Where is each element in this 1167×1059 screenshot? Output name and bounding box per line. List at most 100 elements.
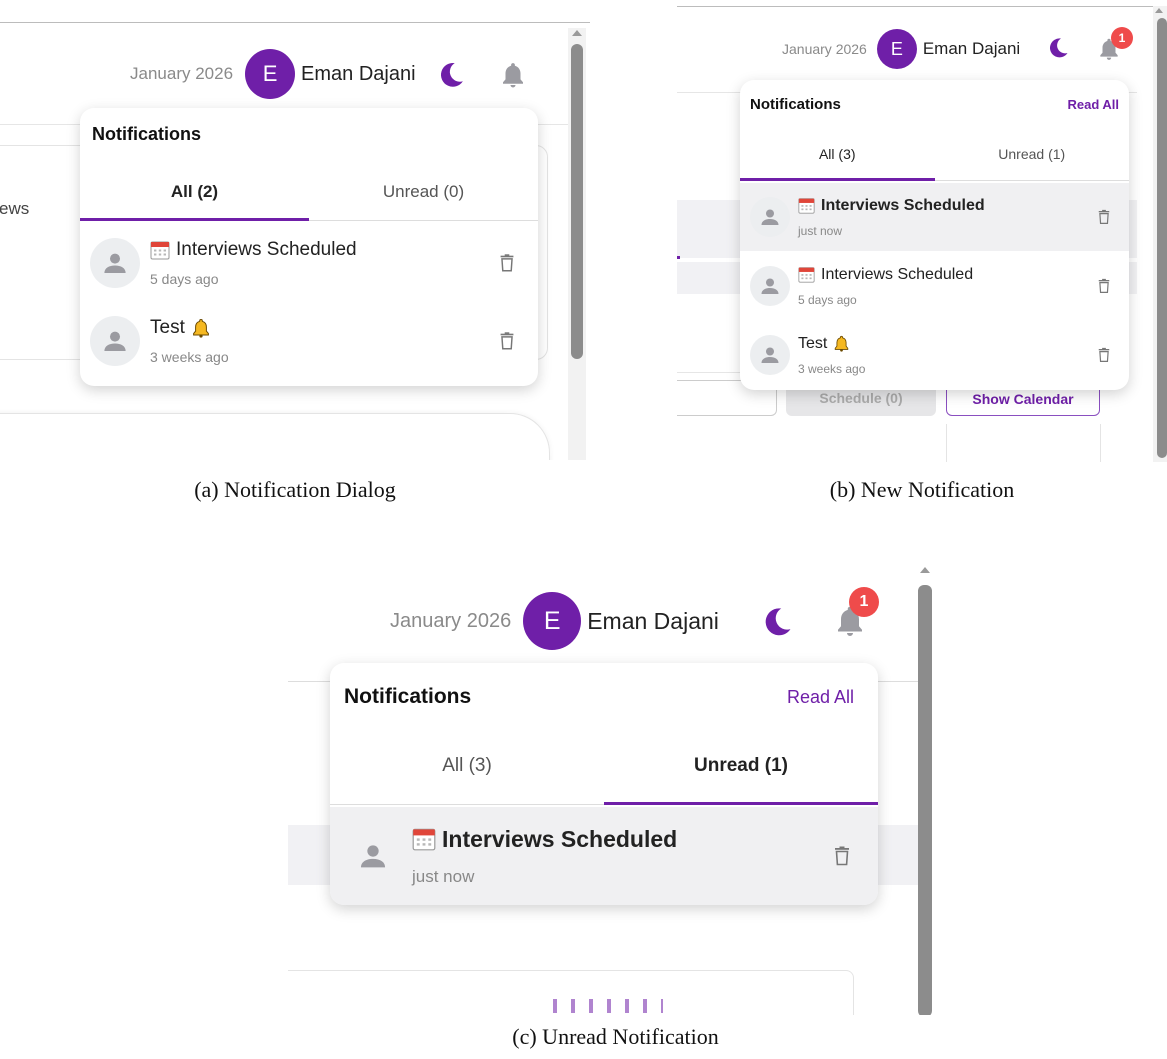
calendar-emoji-icon — [412, 827, 436, 851]
dropdown-header: Notifications Read All — [330, 685, 878, 709]
notification-text: Interviews Scheduled 5 days ago — [150, 239, 496, 287]
notification-title: Test — [150, 317, 496, 339]
month-label: January 2026 — [390, 609, 512, 632]
background-text-fragment — [553, 999, 663, 1013]
moon-icon[interactable] — [760, 605, 794, 639]
notifications-dropdown: Notifications Read All All (3) Unread (1… — [330, 663, 878, 905]
notification-title: Interviews Scheduled — [150, 239, 496, 261]
notification-title-text: Test — [798, 334, 828, 352]
notification-item[interactable]: Interviews Scheduled 5 days ago — [80, 225, 538, 301]
scrollbar-thumb[interactable] — [571, 44, 583, 359]
notification-title-text: Test — [150, 317, 185, 338]
tab-all[interactable]: All (3) — [330, 755, 604, 804]
notification-text: Test 3 weeks ago — [798, 335, 1095, 376]
notification-item[interactable]: Interviews Scheduled just now — [740, 183, 1129, 251]
caption-a: (a) Notification Dialog — [194, 477, 396, 502]
notification-title-text: Interviews Scheduled — [442, 825, 678, 852]
scroll-up-arrow[interactable] — [1155, 8, 1163, 13]
top-header: January 2026 E Eman Dajani — [130, 48, 416, 100]
avatar-initial: E — [543, 606, 561, 635]
notifications-dropdown: Notifications All (2) Unread (0) Intervi… — [80, 108, 538, 386]
sender-avatar — [750, 197, 790, 237]
user-avatar[interactable]: E — [876, 29, 917, 69]
notification-text: Test 3 weeks ago — [150, 317, 496, 365]
moon-icon[interactable] — [1046, 36, 1070, 60]
notification-title: Interviews Scheduled — [798, 197, 1095, 215]
caption-c: (c) Unread Notification — [512, 1024, 719, 1049]
notification-time: 5 days ago — [150, 271, 219, 287]
dropdown-title: Notifications — [750, 96, 841, 113]
user-name[interactable]: Eman Dajani — [301, 63, 416, 86]
tab-unread[interactable]: Unread (0) — [309, 182, 538, 220]
background-card-lower — [0, 413, 550, 460]
person-icon — [758, 343, 782, 367]
avatar-initial: E — [262, 61, 278, 86]
read-all-link[interactable]: Read All — [1067, 97, 1119, 112]
top-header: January 2026 E Eman Dajani — [390, 591, 719, 651]
delete-icon[interactable] — [830, 844, 854, 868]
notification-badge: 1 — [849, 587, 879, 617]
notification-text: Interviews Scheduled 5 days ago — [798, 266, 1095, 307]
delete-icon[interactable] — [1095, 208, 1113, 226]
background-accent-mark — [677, 256, 680, 259]
background-card — [288, 970, 854, 1015]
top-header: January 2026 E Eman Dajani — [782, 28, 1020, 70]
dropdown-title: Notifications — [344, 685, 472, 708]
dropdown-header: Notifications — [80, 124, 538, 145]
tab-all[interactable]: All (2) — [80, 182, 309, 221]
notification-title: Interviews Scheduled — [412, 826, 830, 853]
background-card — [946, 424, 1101, 462]
panel-b: Schedule (0) Show Calendar January 2026 … — [677, 0, 1167, 462]
user-name[interactable]: Eman Dajani — [923, 39, 1020, 59]
delete-icon[interactable] — [1095, 277, 1113, 295]
notification-tabs: All (2) Unread (0) — [80, 182, 538, 221]
read-all-link[interactable]: Read All — [787, 687, 854, 708]
background-text: ews — [0, 199, 30, 218]
notification-text: Interviews Scheduled just now — [798, 197, 1095, 238]
notification-time: just now — [412, 866, 475, 886]
notification-badge: 1 — [1111, 27, 1133, 49]
sender-avatar — [348, 831, 398, 881]
delete-icon[interactable] — [1095, 346, 1113, 364]
scroll-up-arrow[interactable] — [572, 30, 582, 36]
bell-icon[interactable] — [498, 60, 528, 90]
sender-avatar — [750, 335, 790, 375]
window-top-border — [0, 22, 590, 23]
notification-time: 5 days ago — [798, 292, 857, 307]
notification-item[interactable]: Test 3 weeks ago — [740, 321, 1129, 389]
user-name[interactable]: Eman Dajani — [587, 608, 719, 635]
moon-icon[interactable] — [436, 60, 466, 90]
scrollbar-thumb[interactable] — [918, 585, 932, 1015]
calendar-emoji-icon — [798, 197, 815, 214]
user-avatar[interactable]: E — [523, 592, 582, 650]
tab-unread[interactable]: Unread (1) — [604, 755, 878, 805]
avatar-initial: E — [890, 38, 903, 59]
notification-title-text: Interviews Scheduled — [821, 196, 985, 214]
calendar-emoji-icon — [150, 240, 170, 260]
tab-all[interactable]: All (3) — [740, 146, 935, 181]
notification-item[interactable]: Interviews Scheduled 5 days ago — [740, 252, 1129, 320]
notification-text: Interviews Scheduled just now — [412, 826, 830, 887]
delete-icon[interactable] — [496, 252, 518, 274]
scroll-up-arrow[interactable] — [920, 567, 930, 573]
notification-title-text: Interviews Scheduled — [176, 239, 357, 260]
sender-avatar — [90, 238, 140, 288]
notification-item[interactable]: Interviews Scheduled just now — [330, 807, 878, 905]
bell-emoji-icon — [833, 335, 850, 352]
person-icon — [100, 248, 130, 278]
notification-title: Interviews Scheduled — [798, 266, 1095, 284]
scrollbar-thumb[interactable] — [1157, 18, 1167, 458]
person-icon — [356, 839, 390, 873]
user-avatar[interactable]: E — [245, 49, 296, 99]
dropdown-title: Notifications — [92, 124, 202, 144]
tab-unread[interactable]: Unread (1) — [935, 146, 1130, 180]
notification-title: Test — [798, 335, 1095, 353]
calendar-emoji-icon — [798, 266, 815, 283]
notification-item[interactable]: Test 3 weeks ago — [80, 303, 538, 379]
delete-icon[interactable] — [496, 330, 518, 352]
sender-avatar — [750, 266, 790, 306]
person-icon — [758, 274, 782, 298]
month-label: January 2026 — [782, 41, 867, 57]
notification-tabs: All (3) Unread (1) — [740, 146, 1129, 181]
notification-time: 3 weeks ago — [798, 361, 866, 376]
